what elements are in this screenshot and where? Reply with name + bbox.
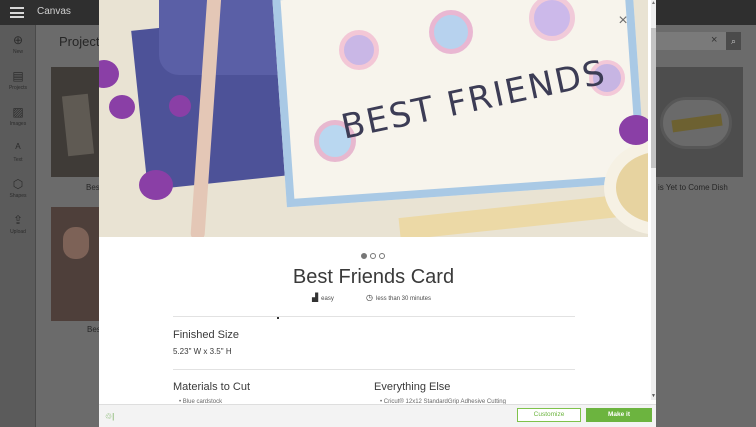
nav-label-shapes: Shapes (9, 193, 27, 199)
tools-icon: ♲| (105, 412, 115, 421)
project-title: Best Friends Card (292, 266, 455, 288)
scroll-down-icon[interactable]: ▼ (651, 393, 656, 399)
nav-label-new: New (12, 49, 23, 55)
make-it-button[interactable]: Make it (586, 408, 652, 422)
nav-item-projects[interactable]: ▤ Projects (0, 69, 36, 105)
difficulty-info: ▟ easy (312, 293, 334, 302)
nav-label-text: Text (13, 157, 23, 163)
nav-item-images[interactable]: ▨ Images (0, 105, 36, 141)
plus-circle-icon: ⊕ (12, 33, 24, 47)
nav-item-upload[interactable]: ⇪ Upload (0, 213, 36, 249)
clock-icon: ◷ (366, 293, 373, 302)
app-title: Canvas (37, 6, 71, 17)
section-divider (173, 369, 575, 370)
shapes-icon: ⬡ (12, 177, 24, 191)
project-thumbnail-2[interactable] (51, 207, 99, 321)
close-icon[interactable]: × (614, 12, 632, 30)
project-caption-3: is Yet to Come Dish (658, 183, 728, 192)
project-hero-image: BEST FRIENDS × (99, 0, 648, 237)
search-button[interactable]: ⌕ (726, 32, 741, 50)
difficulty-icon: ▟ (312, 293, 319, 302)
search-icon: ⌕ (730, 36, 737, 46)
carousel-indicator (361, 246, 388, 259)
project-detail-modal: BEST FRIENDS × Best Friends Card ▟ easy ◷… (99, 0, 656, 427)
nav-item-text[interactable]: ᴬ Text (0, 141, 36, 177)
upload-icon: ⇪ (12, 213, 24, 227)
finished-size-value: 5.23" W x 3.5" H (173, 347, 232, 356)
modal-scrollbar[interactable] (651, 0, 656, 400)
difficulty-label: easy (321, 296, 334, 302)
left-navigation: ⊕ New ▤ Projects ▨ Images ᴬ Text ⬡ Shape… (0, 25, 36, 427)
everything-else-heading: Everything Else (374, 381, 451, 393)
text-icon: ᴬ (15, 141, 21, 155)
project-thumbnail-1[interactable] (51, 67, 99, 177)
nav-item-new[interactable]: ⊕ New (0, 33, 36, 69)
time-label: less than 30 minutes (375, 296, 432, 302)
customize-button[interactable]: Customize (517, 408, 581, 422)
nav-item-shapes[interactable]: ⬡ Shapes (0, 177, 36, 213)
scrollbar-thumb[interactable] (651, 28, 656, 168)
finished-size-heading: Finished Size (173, 329, 240, 341)
menu-icon[interactable] (10, 7, 24, 18)
materials-heading: Materials to Cut (173, 381, 251, 393)
nav-label-images: Images (9, 121, 27, 127)
projects-icon: ▤ (12, 69, 24, 83)
project-thumbnail-3[interactable] (650, 67, 743, 177)
nav-label-projects: Projects (8, 85, 28, 91)
nav-label-upload: Upload (10, 229, 26, 235)
scroll-up-icon[interactable]: ▲ (651, 0, 656, 6)
carousel-dot-2[interactable] (370, 253, 376, 259)
images-icon: ▨ (12, 105, 24, 119)
time-info: ◷ less than 30 minutes (366, 293, 431, 302)
clear-search-icon[interactable]: × (711, 34, 717, 46)
modal-footer: ♲| Customize Make it (99, 404, 656, 427)
carousel-dot-3[interactable] (379, 253, 385, 259)
section-divider (173, 316, 575, 317)
carousel-dot-1[interactable] (361, 253, 367, 259)
